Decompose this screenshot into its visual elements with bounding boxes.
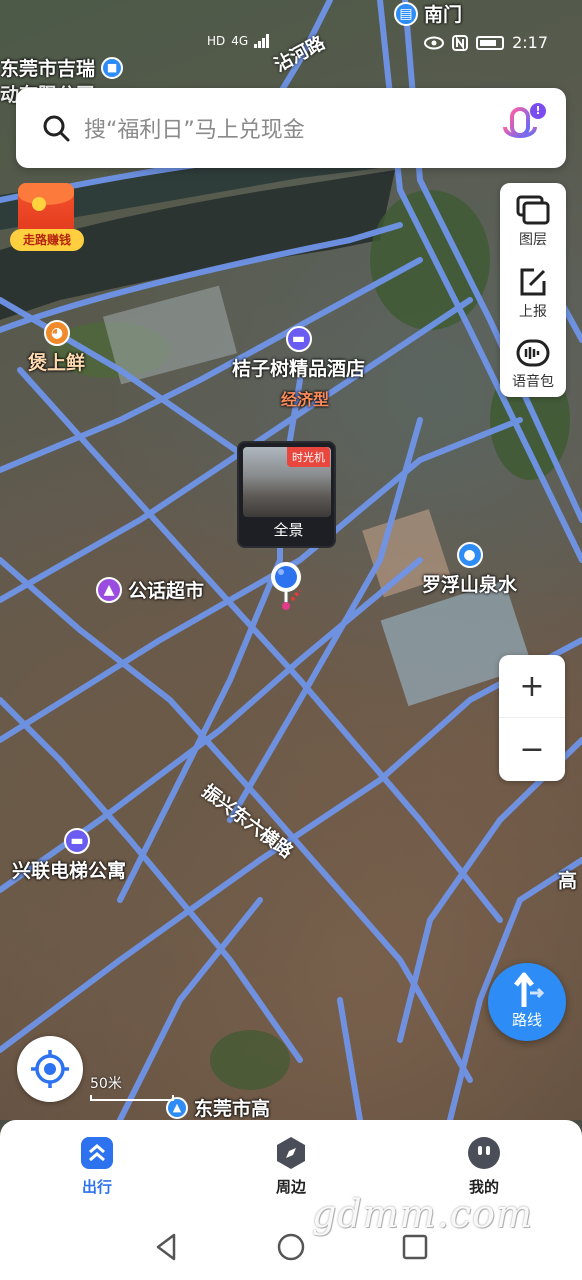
food-bowl-icon: ◕ bbox=[44, 320, 70, 346]
poi-hotel[interactable]: ▬ 桔子树精品酒店 bbox=[232, 326, 365, 381]
poi-nanmen-label: 南门 bbox=[424, 4, 463, 26]
travel-icon bbox=[81, 1137, 113, 1169]
status-time: 2:17 bbox=[512, 33, 548, 52]
layers-label: 图层 bbox=[519, 232, 547, 248]
poi-water[interactable]: ● 罗浮山泉水 bbox=[422, 542, 517, 597]
voice-pack-icon bbox=[516, 339, 550, 367]
zoom-controls: + − bbox=[499, 655, 565, 781]
poi-company-label: 东莞市吉瑞 bbox=[0, 58, 96, 80]
report-label: 上报 bbox=[519, 304, 547, 320]
layers-button[interactable]: 图层 bbox=[500, 185, 566, 251]
scale-label: 50米 bbox=[90, 1076, 122, 1092]
poi-bottom[interactable]: ▲ 东莞市高 bbox=[166, 1094, 270, 1120]
water-drop-icon: ● bbox=[456, 542, 483, 568]
poi-edge-right[interactable]: 高 bbox=[558, 866, 577, 893]
recent-apps-icon[interactable] bbox=[400, 1232, 430, 1262]
poi-company[interactable]: 东莞市吉瑞 ■ bbox=[0, 54, 124, 81]
poi-apartment[interactable]: ▬ 兴联电梯公寓 bbox=[12, 828, 126, 883]
nfc-icon bbox=[452, 34, 469, 51]
back-icon[interactable] bbox=[152, 1232, 182, 1262]
map-tools-panel: 图层 上报 语音包 bbox=[500, 183, 566, 397]
poi-hotel-type-label: 经济型 bbox=[281, 390, 330, 409]
voice-pack-button[interactable]: 语音包 bbox=[500, 329, 566, 395]
report-button[interactable]: 上报 bbox=[500, 257, 566, 323]
search-icon bbox=[43, 115, 70, 142]
shopping-cart-icon: ▲ bbox=[96, 576, 122, 603]
voice-search-button[interactable]: ! bbox=[500, 103, 546, 151]
zoom-out-button[interactable]: − bbox=[499, 718, 565, 781]
search-bar[interactable]: 搜“福利日”马上兑现金 ! bbox=[16, 88, 566, 168]
home-icon[interactable] bbox=[276, 1232, 306, 1262]
signal-icon bbox=[254, 34, 270, 48]
edit-report-icon bbox=[520, 268, 546, 296]
status-right: 2:17 bbox=[424, 33, 548, 52]
poi-hotel-label: 桔子树精品酒店 bbox=[232, 358, 366, 380]
search-input[interactable]: 搜“福利日”马上兑现金 bbox=[84, 112, 500, 144]
time-machine-tag: 时光机 bbox=[287, 447, 330, 467]
poi-market-label: 公话超市 bbox=[128, 580, 205, 602]
tab-travel[interactable]: 出行 bbox=[37, 1120, 157, 1212]
poi-edge-right-label: 高 bbox=[558, 870, 578, 892]
current-location-marker[interactable] bbox=[269, 560, 303, 612]
poi-bottom-label: 东莞市高 bbox=[194, 1098, 271, 1120]
voice-badge: ! bbox=[530, 103, 546, 119]
network-indicators: HD 4G bbox=[207, 34, 270, 48]
watermark-text: gdmm.com bbox=[312, 1192, 533, 1236]
compass-icon bbox=[277, 1137, 305, 1169]
network-type-indicator: 4G bbox=[231, 34, 249, 48]
poi-apartment-label: 兴联电梯公寓 bbox=[12, 860, 127, 882]
poi-food-label: 煲上鲜 bbox=[28, 352, 86, 374]
poi-food[interactable]: ◕ 煲上鲜 bbox=[28, 320, 85, 375]
scale-bar bbox=[90, 1095, 174, 1101]
walk-earn-button[interactable]: 走路赚钱 bbox=[10, 183, 84, 253]
hotel-bed-icon: ▬ bbox=[64, 828, 90, 854]
envelope-seal bbox=[32, 197, 46, 211]
tab-travel-label: 出行 bbox=[81, 1178, 112, 1196]
profile-icon bbox=[468, 1137, 500, 1169]
route-button[interactable]: 路线 bbox=[488, 963, 566, 1041]
panorama-label: 全景 bbox=[273, 521, 304, 539]
layers-icon bbox=[516, 195, 550, 225]
poi-hotel-type: 经济型 bbox=[281, 386, 329, 410]
poi-market[interactable]: ▲ 公话超市 bbox=[96, 576, 204, 603]
battery-icon bbox=[476, 35, 505, 50]
bus-stop-icon: ■ bbox=[101, 56, 124, 79]
locate-me-button[interactable] bbox=[17, 1036, 83, 1102]
bus-stop-icon: ▤ bbox=[394, 1, 418, 26]
route-label: 路线 bbox=[511, 1011, 542, 1029]
hd-indicator: HD bbox=[207, 34, 226, 48]
poi-water-label: 罗浮山泉水 bbox=[422, 574, 518, 596]
hotel-bed-icon: ▬ bbox=[285, 326, 312, 352]
walk-earn-label: 走路赚钱 bbox=[10, 229, 84, 251]
status-bar: HD 4G 2:17 bbox=[0, 30, 582, 58]
poi-nanmen[interactable]: ▤ 南门 bbox=[394, 0, 462, 27]
red-envelope-icon bbox=[18, 183, 74, 235]
map-scale: 50米 bbox=[90, 1073, 174, 1101]
street-view-card[interactable]: 时光机 全景 bbox=[237, 441, 336, 548]
eye-icon bbox=[424, 36, 445, 49]
voice-pack-label: 语音包 bbox=[512, 374, 554, 390]
route-arrow-icon bbox=[514, 972, 545, 1007]
zoom-in-button[interactable]: + bbox=[499, 655, 565, 718]
crosshair-icon bbox=[31, 1050, 69, 1088]
